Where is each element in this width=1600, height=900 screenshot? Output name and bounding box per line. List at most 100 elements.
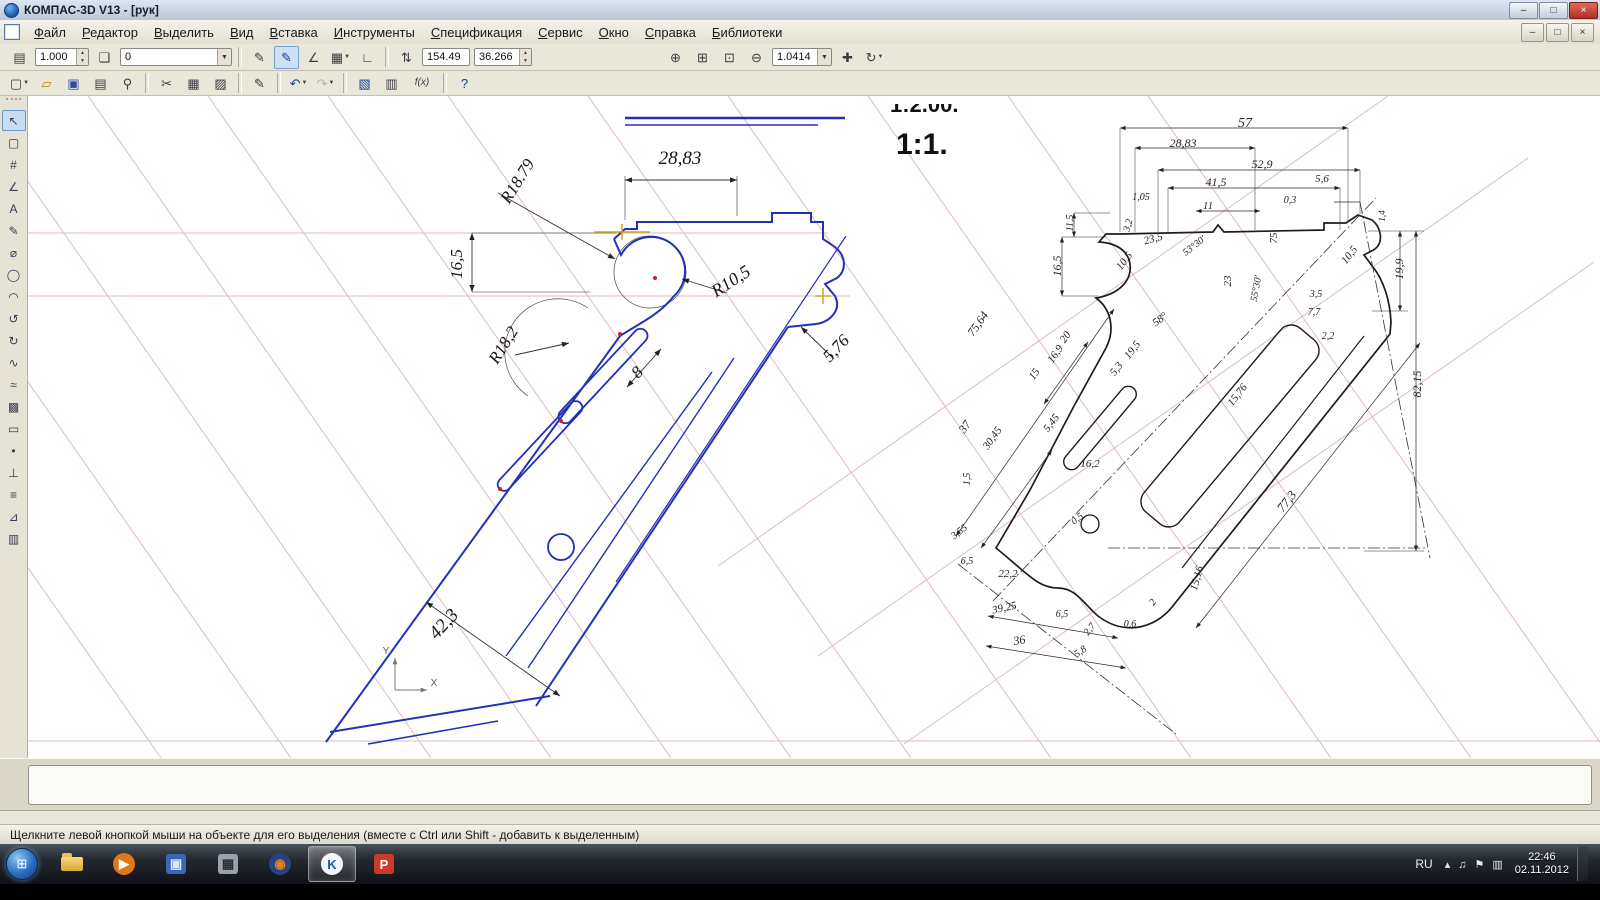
dimension-label[interactable]: 3,5: [1309, 289, 1323, 300]
preview-icon[interactable]: ⚲: [115, 72, 140, 95]
dimension-label[interactable]: 6,5: [1056, 609, 1069, 620]
dimension-label[interactable]: 36: [1011, 632, 1026, 648]
dimension-label[interactable]: 16,5: [1050, 256, 1064, 277]
angle-snap-icon[interactable]: ∠: [301, 46, 326, 69]
refresh-view-icon[interactable]: ↻▼: [862, 46, 887, 69]
dimension-label[interactable]: 1,5: [962, 473, 973, 486]
dimension-label[interactable]: 37: [955, 417, 974, 436]
pencil-tool-icon[interactable]: ✎: [2, 220, 26, 241]
variables-icon[interactable]: ▧: [352, 72, 377, 95]
dimension-label[interactable]: 15: [1026, 366, 1042, 382]
construction-line[interactable]: [208, 96, 671, 758]
menu-item[interactable]: Вид: [222, 22, 262, 43]
spinner[interactable]: ▲▼: [519, 49, 531, 65]
construction-line[interactable]: [1148, 96, 1600, 758]
mirror-tool-icon[interactable]: ↻: [2, 330, 26, 351]
dimension-label[interactable]: 75,64: [964, 309, 991, 339]
scale-combo[interactable]: 1.000▲▼: [35, 48, 89, 66]
grid-icon[interactable]: ▦▼: [328, 46, 353, 69]
sketch-dimensions[interactable]: [426, 176, 834, 696]
dropdown-arrow[interactable]: ▼: [217, 49, 231, 65]
rect-tool-icon[interactable]: ▭: [2, 418, 26, 439]
taskbar-clock[interactable]: 22:46 02.11.2012: [1515, 851, 1569, 877]
dimension-label[interactable]: 5,76: [819, 331, 854, 366]
dimension-label[interactable]: 16,9: [1045, 343, 1066, 366]
traced-sketch[interactable]: [326, 118, 846, 744]
copy-properties-icon[interactable]: ✎: [247, 72, 272, 95]
dropdown-arrow[interactable]: ▼: [23, 80, 29, 86]
drawing-canvas[interactable]: 1:2.00. 1:1. Y X 28,83R18.7916,5R10,5R18…: [28, 96, 1600, 758]
zoom-in-icon[interactable]: ⊕: [663, 46, 688, 69]
library-manager-icon[interactable]: ▥: [379, 72, 404, 95]
dimension-label[interactable]: R10,5: [707, 261, 754, 301]
open-icon[interactable]: ▱: [34, 72, 59, 95]
dimension-label[interactable]: 6,5: [961, 556, 974, 567]
dimension-label[interactable]: 55°30': [1249, 274, 1265, 302]
firefox-icon[interactable]: ◉: [256, 846, 304, 882]
circle-tool-icon[interactable]: ◯: [2, 264, 26, 285]
dropdown-arrow[interactable]: ▼: [301, 80, 307, 86]
dimension-label[interactable]: 15,16: [1188, 564, 1206, 591]
construction-line[interactable]: [88, 96, 551, 758]
title-bar[interactable]: КОМПАС-3D V13 - [рук] – □ ×: [0, 0, 1600, 21]
dimension-label[interactable]: 53°30': [1181, 233, 1209, 258]
undo-icon[interactable]: ↶▼: [286, 72, 311, 95]
dropdown-arrow[interactable]: ▼: [328, 80, 334, 86]
menu-item[interactable]: Сервис: [530, 22, 591, 43]
arc-tool-icon[interactable]: ◠: [2, 286, 26, 307]
presentation-icon[interactable]: P: [360, 846, 408, 882]
media-player-icon[interactable]: ▶: [100, 846, 148, 882]
dimension-label[interactable]: 20: [1057, 329, 1073, 345]
dimension-label[interactable]: 1,4: [1377, 210, 1387, 222]
dimension-label[interactable]: 1,05: [1132, 192, 1150, 203]
dimension-label[interactable]: 58°: [1150, 310, 1170, 329]
dimension-label[interactable]: 8: [627, 362, 647, 382]
zoom-area-icon[interactable]: ⊞: [690, 46, 715, 69]
kompas-icon[interactable]: K: [308, 846, 356, 882]
dimension-label[interactable]: 2: [1147, 597, 1159, 608]
dimension-label[interactable]: 82,15: [1410, 371, 1424, 398]
redo-icon[interactable]: ↷▼: [313, 72, 338, 95]
dimension-label[interactable]: 39,25: [990, 600, 1018, 617]
menu-item[interactable]: Вставка: [261, 22, 325, 43]
axis-tool-icon[interactable]: ⊥: [2, 462, 26, 483]
menu-item[interactable]: Спецификация: [423, 22, 530, 43]
spline-tool-icon[interactable]: ∿: [2, 352, 26, 373]
zoom-out-icon[interactable]: ⊖: [744, 46, 769, 69]
dimension-label[interactable]: 28,83: [659, 148, 702, 169]
dimension-label[interactable]: R18.79: [496, 155, 539, 208]
child-restore-button[interactable]: □: [1546, 23, 1569, 42]
dimension-label[interactable]: 3,55: [948, 522, 969, 542]
save-icon[interactable]: ▣: [61, 72, 86, 95]
dimension-label[interactable]: 75: [1268, 232, 1280, 244]
dimension-label[interactable]: 23: [1222, 275, 1234, 287]
dropdown-arrow[interactable]: ▼: [344, 54, 350, 60]
layers-icon[interactable]: ❏: [92, 46, 117, 69]
action-center-flag-icon[interactable]: ⚑: [1474, 859, 1484, 871]
network-icon[interactable]: ▥: [1492, 859, 1502, 871]
menu-item[interactable]: Файл: [26, 22, 74, 43]
menu-item[interactable]: Окно: [591, 22, 637, 43]
zoom-combo[interactable]: 1.0414▼: [772, 48, 832, 66]
dimension-label[interactable]: 28,83: [1170, 136, 1197, 150]
paste-icon[interactable]: ▨: [208, 72, 233, 95]
document-params-icon[interactable]: ▤: [7, 46, 32, 69]
x-coordinate-field[interactable]: 154.49: [422, 48, 470, 66]
dimension-label[interactable]: 19,5: [1122, 338, 1144, 361]
menu-item[interactable]: Библиотеки: [704, 22, 790, 43]
dimension-label[interactable]: 16,5: [447, 249, 466, 279]
copy-icon[interactable]: ▦: [181, 72, 206, 95]
context-help-icon[interactable]: ?: [452, 72, 477, 95]
dimension-label[interactable]: 11,5: [1065, 215, 1076, 232]
diameter-tool-icon[interactable]: ⌀: [2, 242, 26, 263]
y-coordinate-field[interactable]: 36.266▲▼: [474, 48, 532, 66]
angle-tool-icon[interactable]: ∠: [2, 176, 26, 197]
polyline-tool-icon[interactable]: ≈: [2, 374, 26, 395]
dimension-label[interactable]: 22,2: [998, 568, 1018, 580]
marquee-tool-icon[interactable]: ▢: [2, 132, 26, 153]
calculator-icon[interactable]: ▦: [204, 846, 252, 882]
dimension-label[interactable]: 52,9: [1252, 157, 1273, 171]
zoom-page-icon[interactable]: ⊡: [717, 46, 742, 69]
close-button[interactable]: ×: [1569, 2, 1598, 19]
dimension-label[interactable]: 19,9: [1392, 259, 1406, 280]
